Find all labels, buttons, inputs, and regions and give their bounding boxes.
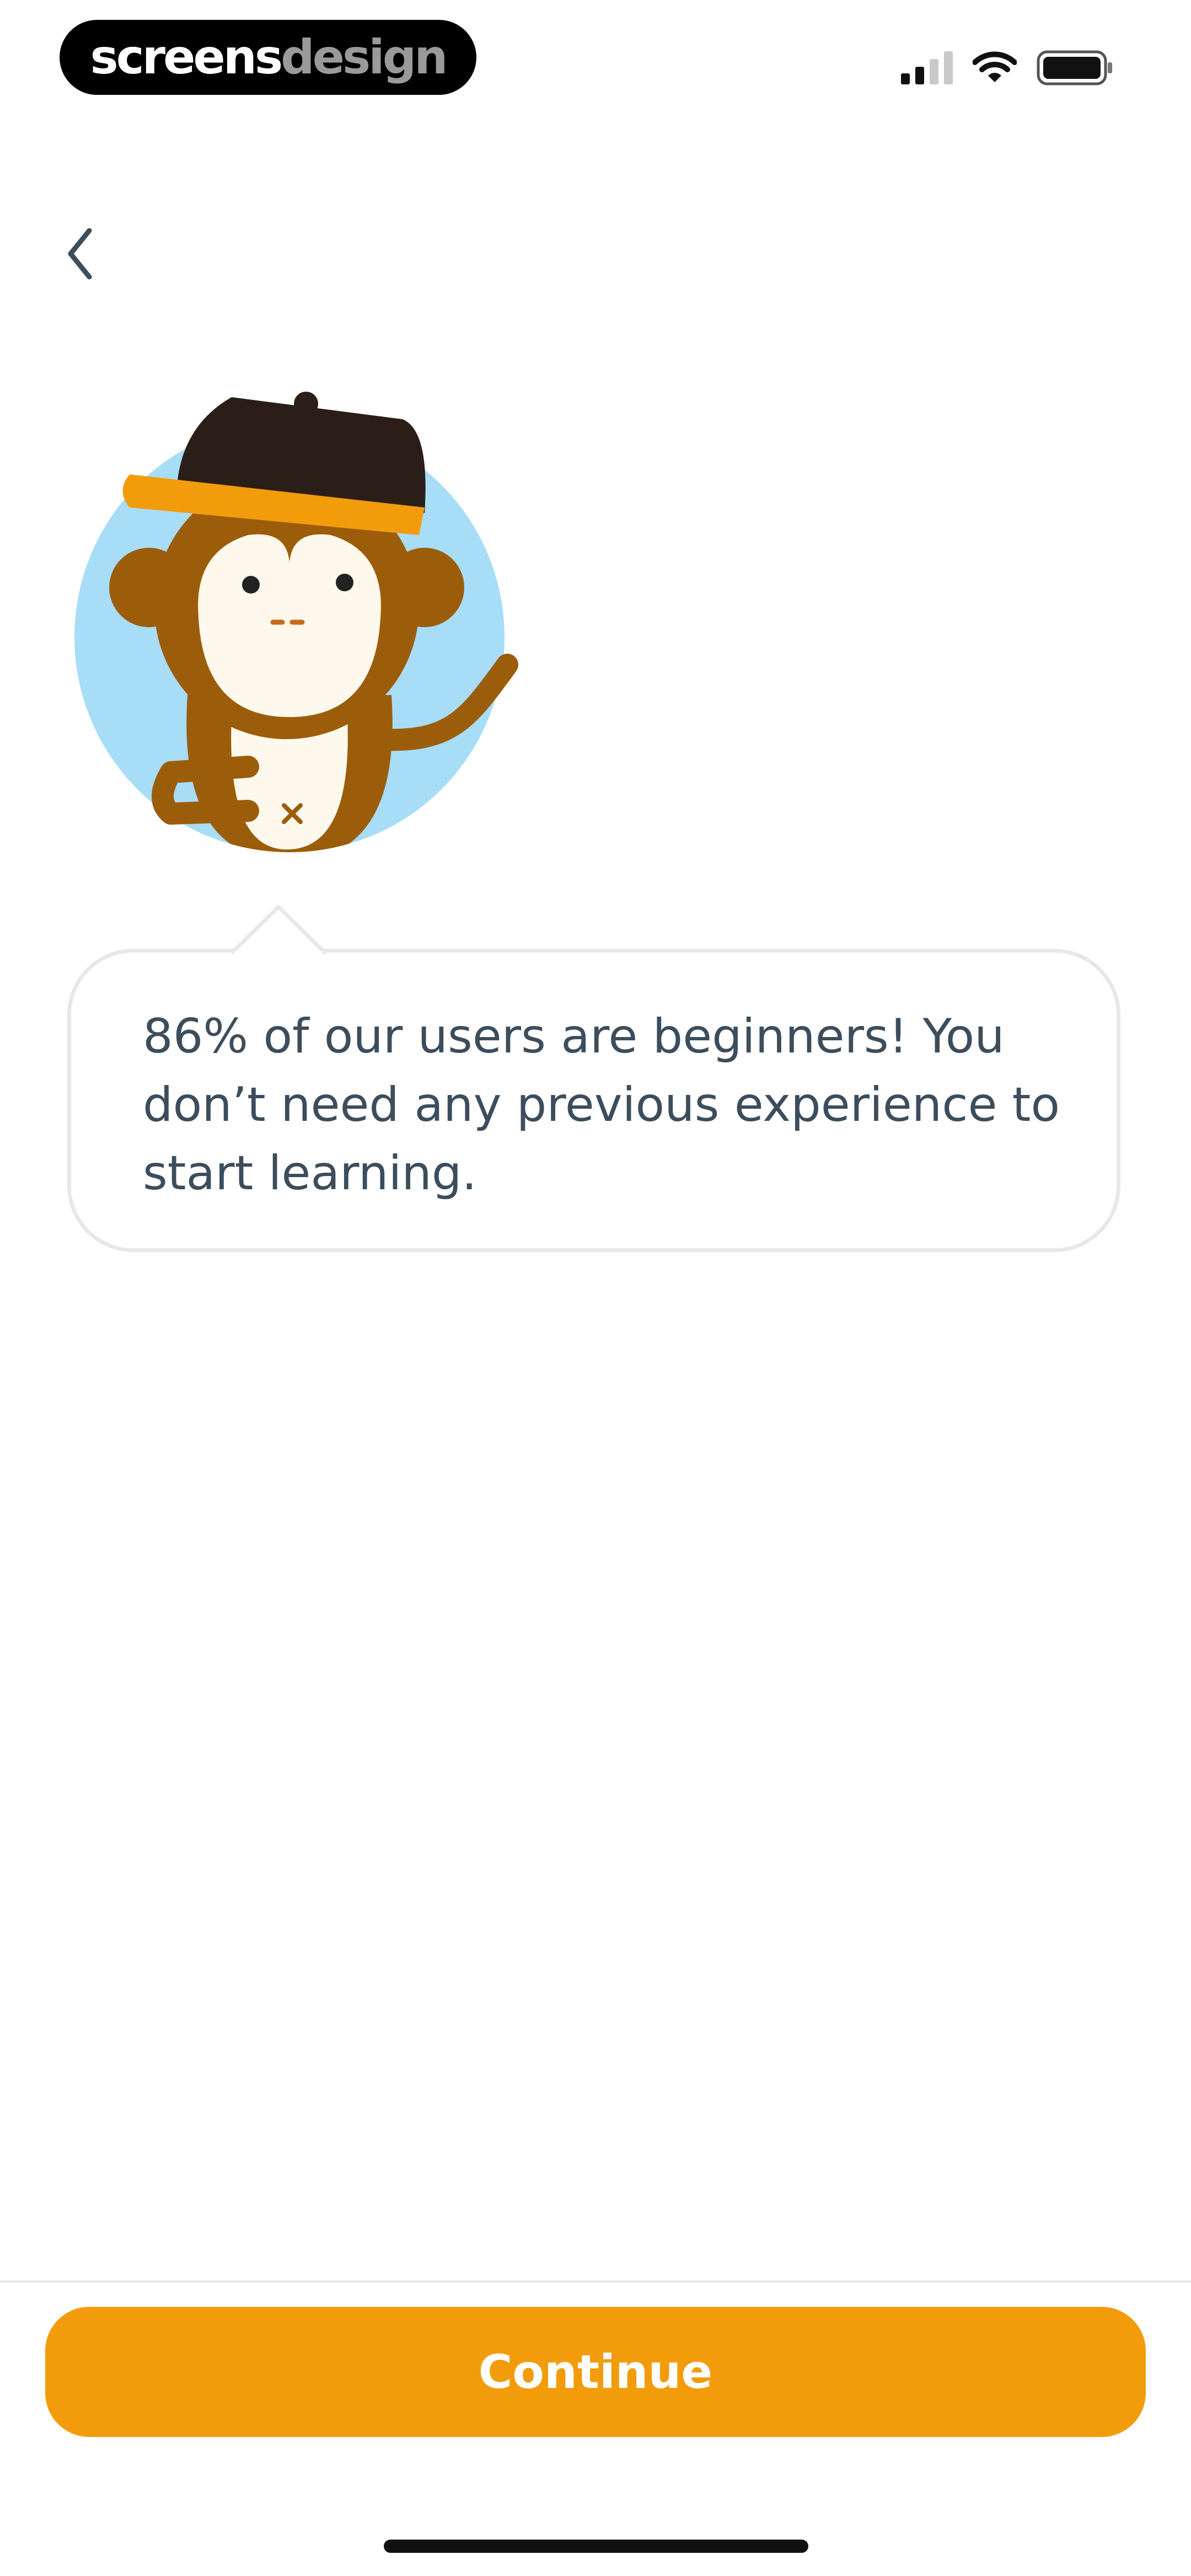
logo-text-primary: screens [90, 30, 283, 85]
speech-bubble-tail [232, 905, 325, 954]
battery-icon [1037, 50, 1112, 85]
footer-divider [0, 2280, 1191, 2283]
status-icons [901, 49, 1114, 87]
chevron-left-icon [68, 228, 92, 280]
wifi-icon [973, 51, 1017, 82]
home-indicator [384, 2540, 808, 2553]
back-button[interactable] [53, 221, 106, 287]
beginners-message: 86% of our users are beginners! You don’… [143, 1009, 1060, 1201]
logo-text-secondary: design [281, 30, 448, 85]
monkey-mascot-icon [74, 392, 518, 852]
continue-button[interactable]: Continue [45, 2307, 1146, 2437]
screensdesign-logo: screens design [60, 20, 476, 95]
speech-bubble: 86% of our users are beginners! You don’… [67, 949, 1120, 1252]
cellular-signal-icon [901, 51, 953, 84]
